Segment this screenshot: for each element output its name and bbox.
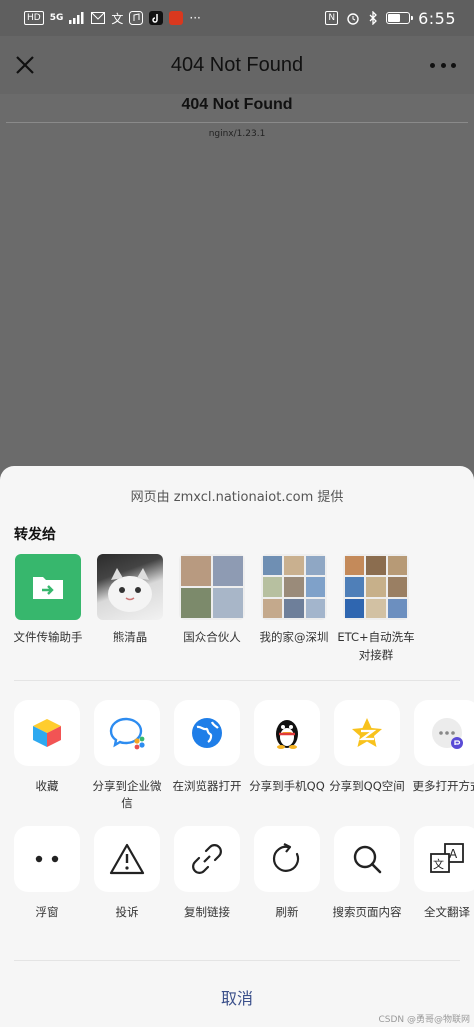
mail-icon [91, 12, 106, 24]
share-qq-button[interactable]: 分享到手机QQ [249, 700, 325, 812]
dot-icon [440, 62, 446, 68]
contact-etc-group[interactable]: ETC+自动洗车对接群 [337, 554, 415, 664]
link-icon [174, 826, 240, 892]
status-time: 6:55 [418, 8, 456, 28]
action-row-1: 收藏 分享到企业微信 在浏览器打开 分享到手机QQ 分享到QQ空间 更多打开方 [14, 700, 474, 812]
dot-icon [451, 62, 456, 68]
contact-name: ETC+自动洗车对接群 [337, 630, 415, 662]
wecom-icon [94, 700, 160, 766]
refresh-icon [254, 826, 320, 892]
share-qzone-button[interactable]: 分享到QQ空间 [329, 700, 405, 812]
contact-file-transfer[interactable]: 文件传输助手 [14, 554, 83, 664]
signal-icon [69, 12, 84, 24]
forward-title: 转发给 [14, 527, 56, 543]
action-label: 分享到手机QQ [249, 779, 325, 793]
battery-icon [386, 12, 414, 24]
section-divider [14, 680, 460, 681]
share-sheet: 网页由 zmxcl.nationaiot.com 提供 转发给 文件传输助手 熊… [0, 466, 474, 1027]
report-button[interactable]: 投诉 [94, 826, 160, 921]
more-options-button[interactable] [430, 52, 456, 78]
favorite-button[interactable]: 收藏 [14, 700, 80, 812]
float-window-button[interactable]: 浮窗 [14, 826, 80, 921]
contact-name: 熊清晶 [112, 630, 148, 644]
web-heading: 404 Not Found [181, 96, 293, 113]
contact-xiong[interactable]: 熊清晶 [96, 554, 164, 664]
group-avatar-icon [343, 554, 409, 620]
more-icon: ··· [189, 11, 201, 25]
contact-list: 文件传输助手 熊清晶 国众合伙人 我的家@深圳 ETC+自动洗车对接群 [14, 554, 415, 664]
search-page-button[interactable]: 搜索页面内容 [333, 826, 402, 921]
file-transfer-icon [15, 554, 81, 620]
taobao-icon [169, 11, 184, 25]
group-avatar-icon [179, 554, 245, 620]
group-avatar-icon [261, 554, 327, 620]
cat-avatar-icon [97, 554, 163, 620]
copy-link-button[interactable]: 复制链接 [174, 826, 240, 921]
cancel-divider [14, 960, 460, 961]
action-label: 分享到QQ空间 [329, 779, 405, 793]
action-label: 复制链接 [184, 905, 230, 919]
status-left-icons: HD 5G 文 ··· [24, 10, 201, 27]
search-icon [334, 826, 400, 892]
browser-globe-icon [174, 700, 240, 766]
svg-text:A: A [449, 847, 458, 861]
watermark: CSDN @勇哥@物联网 [378, 1015, 470, 1025]
action-label: 投诉 [115, 905, 139, 919]
page-title: 404 Not Found [170, 53, 304, 76]
more-open-button[interactable]: 更多打开方式 [413, 700, 474, 812]
open-browser-button[interactable]: 在浏览器打开 [173, 700, 242, 812]
status-bar: HD 5G 文 ··· N 6:55 [0, 0, 474, 36]
close-icon[interactable] [12, 52, 38, 78]
contact-home-shenzhen[interactable]: 我的家@深圳 [260, 554, 329, 664]
tiktok-icon [149, 11, 164, 25]
contact-name: 文件传输助手 [13, 630, 83, 644]
translate-icon: A文 [414, 826, 474, 892]
status-right-icons: N 6:55 [325, 9, 456, 28]
hd-icon: HD [24, 11, 44, 25]
alarm-icon [347, 13, 359, 25]
webview-titlebar: 404 Not Found [0, 36, 474, 94]
refresh-button[interactable]: 刷新 [254, 826, 320, 921]
qq-penguin-icon [254, 700, 320, 766]
provider-text: 网页由 zmxcl.nationaiot.com 提供 [130, 490, 344, 505]
nfc-icon: N [325, 11, 339, 25]
action-label: 全文翻译 [424, 905, 470, 919]
dot-icon [430, 62, 435, 68]
action-label: 分享到企业微信 [92, 779, 162, 810]
translate-icon: 文 [111, 11, 124, 26]
action-label: 浮窗 [35, 905, 59, 919]
share-wecom-button[interactable]: 分享到企业微信 [93, 700, 162, 812]
web-divider [6, 122, 468, 123]
qzone-star-icon [334, 700, 400, 766]
more-open-icon [414, 700, 474, 766]
action-label: 刷新 [275, 905, 299, 919]
action-label: 在浏览器打开 [172, 779, 242, 793]
5g-icon: 5G [49, 13, 64, 23]
translate-page-button[interactable]: A文 全文翻译 [414, 826, 474, 921]
music-icon [129, 11, 144, 25]
warning-icon [94, 826, 160, 892]
action-label: 搜索页面内容 [332, 905, 402, 919]
action-label: 收藏 [35, 779, 59, 793]
svg-text:文: 文 [433, 857, 444, 871]
contact-name: 我的家@深圳 [259, 630, 329, 644]
action-row-2: 浮窗 投诉 复制链接 刷新 搜索页面内容 A 文 全文翻译 [14, 826, 474, 921]
favorite-cube-icon [14, 700, 80, 766]
web-content: 404 Not Found nginx/1.23.1 [0, 94, 474, 474]
battery-fill [388, 14, 401, 22]
action-label: 更多打开方式 [412, 779, 474, 793]
contact-name: 国众合伙人 [183, 630, 241, 644]
bluetooth-icon [369, 11, 377, 25]
contact-guozhong[interactable]: 国众合伙人 [178, 554, 246, 664]
float-window-icon [14, 826, 80, 892]
web-footer: nginx/1.23.1 [208, 129, 266, 139]
